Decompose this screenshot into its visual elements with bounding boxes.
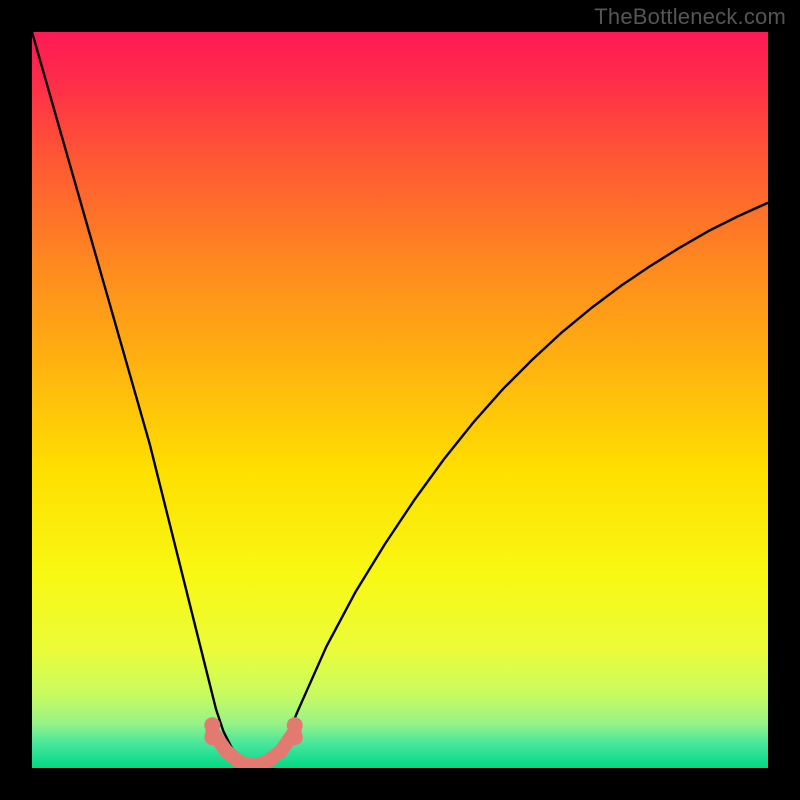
chart-container: TheBottleneck.com (0, 0, 800, 800)
bottleneck-chart (32, 32, 768, 768)
marker-dot (204, 729, 220, 745)
watermark-label: TheBottleneck.com (594, 4, 786, 30)
gradient-background (32, 32, 768, 768)
plot-area (32, 32, 768, 768)
marker-dot (287, 729, 303, 745)
